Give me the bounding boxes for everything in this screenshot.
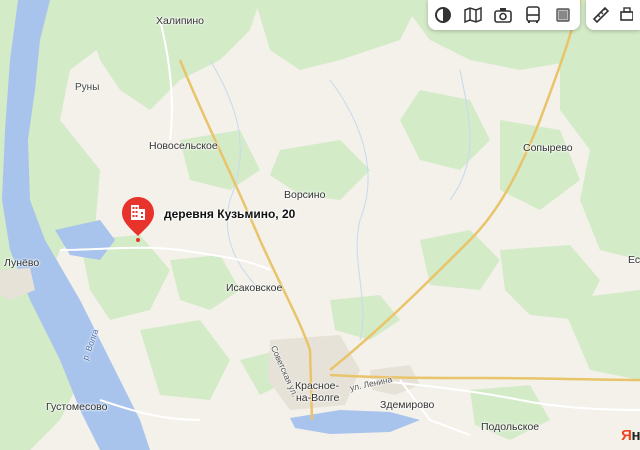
place-label-krasnoe-line1: Красное- — [295, 380, 340, 392]
place-label-zdemirovo: Здемирово — [380, 399, 435, 411]
layers-icon — [435, 7, 451, 23]
place-label-vorsino: Ворсино — [284, 189, 326, 201]
ruler-button[interactable] — [586, 0, 616, 30]
place-label-edge-right: Ес — [628, 254, 640, 266]
place-label-podolskoe: Подольское — [481, 421, 540, 433]
camera-icon — [494, 8, 512, 23]
map-canvas[interactable]: Халипино Руны Новосельское Сопырево Ворс… — [0, 0, 640, 450]
print-icon — [620, 7, 633, 21]
panorama-icon — [464, 6, 482, 24]
place-label-krasnoe-line2: на-Волге — [296, 392, 340, 404]
layers-button[interactable] — [428, 0, 458, 30]
photo-button[interactable] — [488, 0, 518, 30]
map-tools — [586, 0, 640, 30]
location-pin[interactable] — [121, 196, 155, 242]
transit-button[interactable] — [518, 0, 548, 30]
place-label-novoselskoe: Новосельское — [149, 140, 218, 152]
place-label-halipino: Халипино — [156, 15, 205, 27]
map-toolbar — [428, 0, 580, 30]
panorama-button[interactable] — [458, 0, 488, 30]
place-label-runy: Руны — [75, 82, 100, 93]
place-label-lunevo: Лунёво — [4, 257, 40, 269]
traffic-button[interactable] — [548, 0, 578, 30]
ruler-icon — [592, 6, 610, 24]
brand-logo-part2: н — [631, 427, 640, 444]
brand-logo: Ян — [621, 427, 640, 444]
print-button[interactable] — [616, 0, 636, 30]
brand-logo-part1: Я — [621, 427, 632, 444]
traffic-icon — [556, 8, 570, 22]
pin-label: деревня Кузьмино, 20 — [164, 207, 296, 221]
place-label-gustomesovo: Густомесово — [46, 401, 108, 413]
bus-icon — [526, 6, 540, 23]
place-label-isakovskoe: Исаковское — [226, 282, 283, 294]
place-label-sopyrevo: Сопырево — [523, 142, 573, 154]
